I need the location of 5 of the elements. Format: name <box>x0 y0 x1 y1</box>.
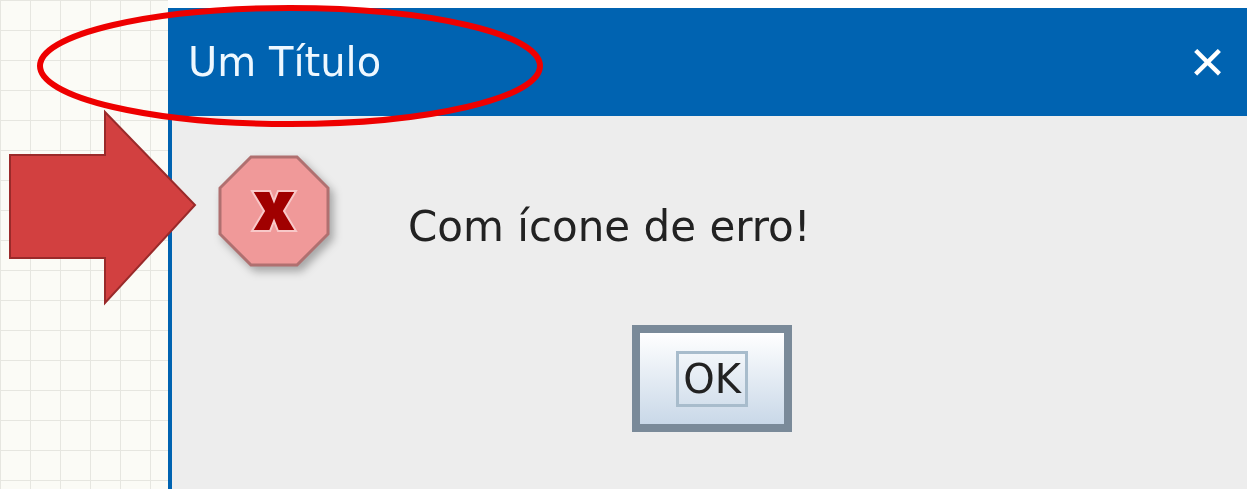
close-button[interactable]: × <box>1189 32 1225 92</box>
error-icon <box>218 155 330 267</box>
ok-button[interactable]: OK <box>632 325 792 432</box>
window-title: Um Título <box>188 39 382 85</box>
message-text: Com ícone de erro! <box>408 201 811 251</box>
